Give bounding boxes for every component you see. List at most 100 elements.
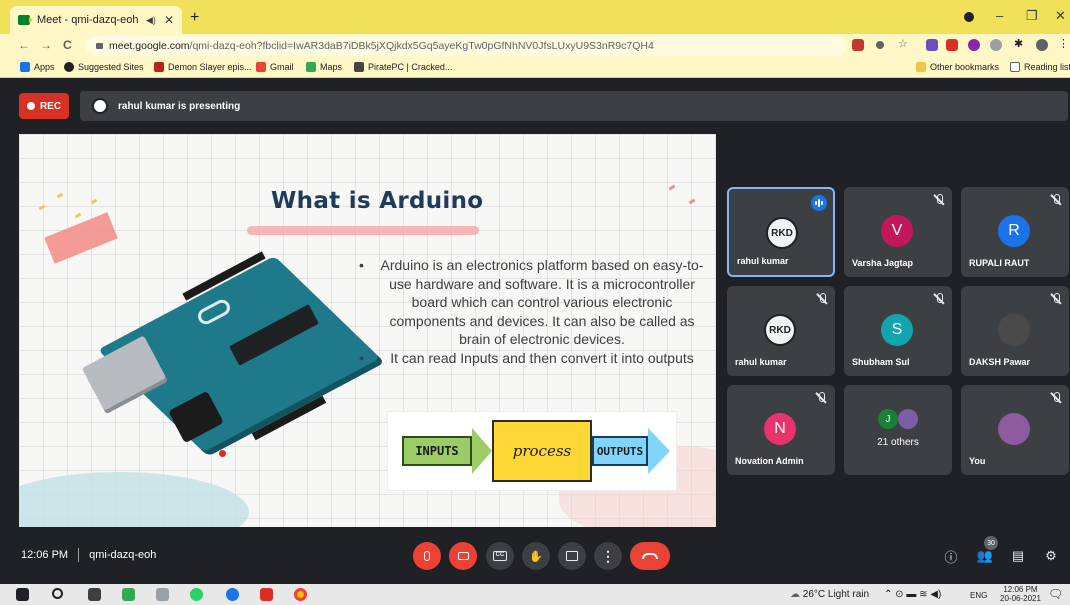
avatar [898, 409, 918, 429]
puzzle-icon[interactable]: ✱ [1014, 37, 1026, 50]
weather-text: 26°C Light rain [802, 589, 870, 600]
participant-tile[interactable]: RKD rahul kumar [727, 286, 835, 376]
participant-tile[interactable]: V Varsha Jagtap [844, 187, 952, 277]
decor-speck [90, 198, 98, 205]
bookmark-label: Apps [34, 62, 55, 72]
bookmark-maps[interactable]: Maps [306, 62, 342, 72]
extension-icon[interactable] [990, 39, 1002, 51]
participant-name: Novation Admin [735, 456, 804, 466]
windows-start-icon[interactable] [16, 588, 29, 601]
diagram-process: process [492, 420, 592, 482]
taskbar-clock[interactable]: 12:06 PM 20-06-2021 [1000, 585, 1041, 603]
participant-count-badge: 30 [984, 536, 998, 550]
search-icon[interactable] [52, 588, 63, 599]
participant-tile-others[interactable]: J 21 others [844, 385, 952, 475]
presenting-banner: rahul kumar is presenting [80, 91, 1068, 121]
bookmark-label: Demon Slayer epis... [168, 62, 252, 72]
mic-off-icon [816, 293, 828, 305]
more-options-button[interactable]: ⋮ [594, 542, 622, 570]
participant-tile[interactable]: RKD rahul kumar [727, 187, 835, 277]
forward-button[interactable]: → [40, 38, 52, 52]
info-icon[interactable]: ⓘ [942, 547, 960, 565]
chat-icon[interactable]: ▤ [1009, 547, 1027, 565]
participant-tile[interactable]: N Novation Admin [727, 385, 835, 475]
reload-button[interactable]: C [63, 38, 72, 52]
whatsapp-icon[interactable] [190, 588, 203, 601]
avatar: N [764, 413, 796, 445]
tray-icons[interactable]: ⌃ ⊙ ▬ ≋ ◀) [884, 589, 941, 600]
participant-tile-you[interactable]: You [961, 385, 1069, 475]
extension-icon[interactable] [926, 39, 938, 51]
avatar: RKD [766, 217, 798, 249]
avatar[interactable] [1036, 39, 1048, 51]
bookmark-gmail[interactable]: Gmail [256, 62, 294, 72]
app-icon[interactable] [226, 588, 239, 601]
menu-icon[interactable]: ⋮ [1058, 37, 1070, 50]
back-button[interactable]: ← [18, 38, 30, 52]
new-tab-button[interactable]: + [190, 9, 199, 27]
app-icon[interactable] [260, 588, 273, 601]
avatar: J [878, 409, 898, 429]
laser-pointer [219, 450, 226, 457]
participant-tile[interactable]: S Shubham Sul [844, 286, 952, 376]
profile-icon[interactable] [964, 12, 974, 22]
bookmark-other[interactable]: Other bookmarks [916, 62, 999, 72]
participant-tile[interactable]: DAKSH Pawar [961, 286, 1069, 376]
activities-icon[interactable]: ⚙ [1042, 547, 1060, 565]
leave-call-button[interactable] [630, 542, 670, 570]
chrome-icon[interactable] [294, 588, 307, 601]
bookmark-demon-slayer[interactable]: Demon Slayer epis... [154, 62, 252, 72]
gmail-icon [256, 62, 266, 72]
participant-name: RUPALI RAUT [969, 258, 1030, 268]
star-icon[interactable]: ☆ [898, 37, 910, 50]
meet-area: REC rahul kumar is presenting What is Ar… [0, 79, 1070, 584]
notification-icon[interactable]: 🗨 [1048, 587, 1063, 601]
browser-tab-meet[interactable]: Meet - qmi-dazq-eoh ◀) ✕ [10, 6, 182, 34]
mic-off-icon [815, 392, 827, 404]
maximize-icon[interactable]: ❐ [1026, 8, 1038, 24]
tab-title: Meet - qmi-dazq-eoh [37, 14, 139, 26]
app-icon[interactable] [122, 588, 135, 601]
minimize-icon[interactable]: – [996, 8, 1003, 23]
taskview-icon[interactable] [88, 588, 101, 601]
hang-up-icon [642, 553, 658, 559]
bookmark-label: Maps [320, 62, 343, 72]
meeting-info: 12:06 PM qmi-dazq-eoh [21, 548, 156, 562]
camera-toggle-button[interactable] [449, 542, 477, 570]
extension-icon[interactable] [876, 41, 884, 49]
title-underline [247, 226, 479, 235]
meeting-time: 12:06 PM [21, 549, 69, 561]
raise-hand-button[interactable]: ✋ [522, 542, 550, 570]
extension-icon[interactable] [852, 39, 864, 51]
window-close-icon[interactable]: ✕ [1055, 8, 1066, 24]
decor-speck [688, 198, 696, 205]
windows-taskbar: ☁ 26°C Light rain ⌃ ⊙ ▬ ≋ ◀) ENG 12:06 P… [0, 584, 1070, 605]
others-count: 21 others [877, 437, 919, 448]
decor-blob [19, 472, 249, 527]
tab-close-icon[interactable]: ✕ [164, 13, 174, 27]
extension-icon[interactable] [968, 39, 980, 51]
bookmark-apps[interactable]: Apps [20, 62, 55, 72]
participant-tile[interactable]: R RUPALI RAUT [961, 187, 1069, 277]
language-indicator[interactable]: ENG [970, 591, 987, 600]
weather-widget[interactable]: ☁ 26°C Light rain [790, 589, 869, 600]
lock-icon [96, 43, 103, 49]
address-bar[interactable]: meet.google.com /qmi-dazq-eoh?fbclid=IwA… [86, 36, 846, 56]
diagram-inputs: INPUTS [402, 436, 472, 466]
folder-icon [916, 62, 926, 72]
avatar: V [881, 215, 913, 247]
avatar: S [881, 314, 913, 346]
mic-off-icon [933, 194, 945, 206]
app-icon[interactable] [156, 588, 169, 601]
presenting-text: rahul kumar is presenting [118, 100, 241, 112]
bookmark-suggested-sites[interactable]: Suggested Sites [64, 62, 144, 72]
microphone-toggle-button[interactable] [413, 542, 441, 570]
extension-icon[interactable] [946, 39, 958, 51]
bookmark-reading-list[interactable]: Reading list [1010, 62, 1070, 72]
hand-icon: ✋ [529, 550, 543, 563]
bookmark-piratepc[interactable]: PiratePC | Cracked... [354, 62, 452, 72]
tab-audio-icon[interactable]: ◀) [146, 15, 156, 26]
captions-button[interactable]: CC [486, 542, 514, 570]
recording-indicator[interactable]: REC [19, 93, 69, 119]
present-now-button[interactable] [558, 542, 586, 570]
